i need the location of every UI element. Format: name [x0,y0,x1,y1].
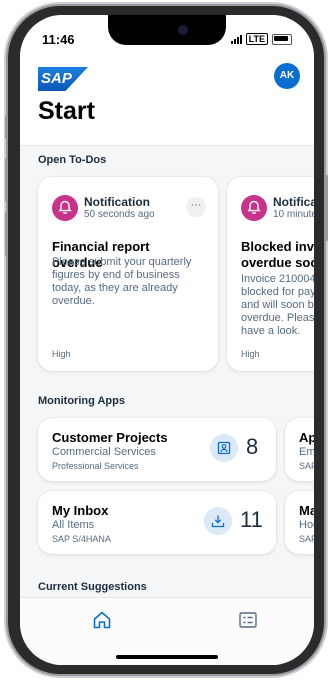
monitoring-card[interactable]: Customer Projects Commercial Services Pr… [38,418,276,481]
app-subtitle: All Items [52,519,95,531]
section-title-todos: Open To-Dos [38,154,107,166]
todo-description: Invoice 2100042 is blocked for payment a… [241,273,314,337]
todo-heading: Blocked invoice overdue soon [241,239,314,270]
home-icon[interactable] [90,608,114,632]
app-subtitle: Empl [299,446,314,458]
section-title-monitoring: Monitoring Apps [38,395,125,407]
notification-type: Notification [84,195,150,209]
app-count: 11 [240,507,263,532]
todo-priority: High [241,349,260,359]
more-options-button[interactable]: ··· [186,197,206,217]
home-indicator [116,655,218,659]
status-indicators: LTE [230,33,292,45]
app-header: SAP AK Start [20,59,314,146]
side-button-volume-down [5,212,8,256]
notch [108,15,226,45]
avatar[interactable]: AK [274,63,300,89]
monitoring-card[interactable]: App Empl SAP S [285,418,314,481]
app-title: Man [299,503,314,518]
screen: 11:46 LTE SAP AK Start Open To-Dos Notif… [20,15,314,665]
todo-card[interactable]: Notification 10 minutes ago Blocked invo… [227,177,314,371]
app-system: Professional Services [52,461,139,471]
side-button-power [325,175,328,241]
side-button-volume-up [5,158,8,202]
app-count: 8 [246,434,259,459]
app-system: SAP S [299,534,314,544]
page-title: Start [38,97,95,125]
inbox-download-icon [204,507,232,535]
sap-logo[interactable]: SAP [38,67,88,91]
app-title: My Inbox [52,503,109,518]
camera-icon [178,25,188,35]
bell-icon [52,195,78,221]
notification-type: Notification [273,195,314,209]
todo-priority: High [52,349,71,359]
app-subtitle: Commercial Services [52,446,156,458]
battery-icon [272,33,292,45]
monitoring-card[interactable]: My Inbox All Items SAP S/4HANA 11 [38,491,276,554]
list-icon[interactable] [236,608,260,632]
app-title: Customer Projects [52,430,168,445]
app-system: SAP S [299,461,314,471]
notification-time: 50 seconds ago [84,209,155,220]
notification-time: 10 minutes ago [273,209,314,220]
app-title: App [299,430,314,445]
section-title-suggestions: Current Suggestions [38,581,147,593]
todo-description: Please submit your quarterly figures by … [52,256,192,307]
app-subtitle: Hour [299,519,314,531]
todo-card[interactable]: Notification 50 seconds ago ··· Financia… [38,177,218,371]
bell-icon [241,195,267,221]
project-icon [210,434,238,462]
network-type: LTE [245,33,268,45]
side-button-mute [5,115,8,139]
monitoring-card[interactable]: Man Hour SAP S [285,491,314,554]
status-time: 11:46 [42,32,75,47]
signal-icon [230,34,242,44]
app-system: SAP S/4HANA [52,534,111,544]
